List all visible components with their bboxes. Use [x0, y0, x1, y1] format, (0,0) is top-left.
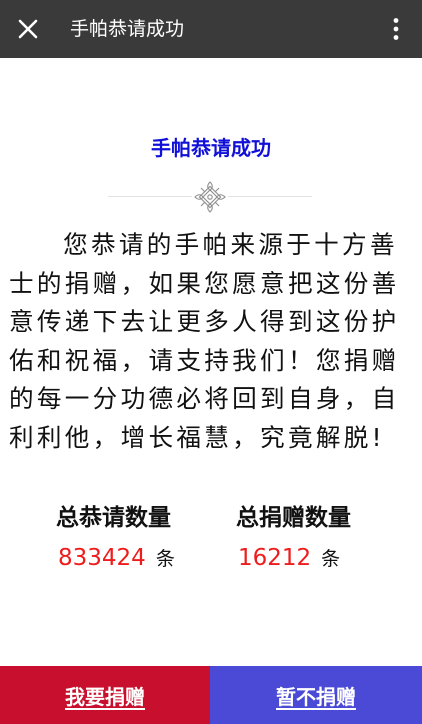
blessing-message: 您恭请的手帕来源于十方善士的捐赠，如果您愿意把这份善意传递下去让更多人得到这份护… [9, 230, 400, 452]
top-bar: 手帕恭请成功 [0, 0, 422, 58]
endless-knot-ornament-icon [194, 181, 226, 213]
stat-label-total-greets: 总恭请数量 [56, 505, 171, 531]
divider-line-right [228, 196, 312, 197]
more-vertical-icon [393, 18, 399, 40]
ornament-divider [108, 180, 312, 214]
stat-label-total-donations: 总捐赠数量 [236, 505, 351, 531]
stat-total-donations: 总捐赠数量 16212 条 [226, 498, 422, 571]
stat-value-total-greets: 833424 [58, 545, 146, 571]
stat-value-total-donations: 16212 [238, 545, 312, 571]
stat-total-greets: 总恭请数量 833424 条 [46, 498, 246, 571]
header-title: 手帕恭请成功 [70, 18, 185, 40]
divider-line-left [108, 196, 192, 197]
stat-unit-total-greets: 条 [155, 548, 175, 570]
close-button[interactable] [12, 13, 44, 45]
stat-unit-total-donations: 条 [321, 548, 341, 570]
stats-section: 总恭请数量 833424 条 总捐赠数量 16212 条 [0, 498, 422, 588]
stat-value-row-total-greets: 833424 条 [46, 544, 246, 571]
page-title: 手帕恭请成功 [151, 136, 271, 160]
stat-value-row-total-donations: 16212 条 [226, 544, 422, 571]
more-menu-button[interactable] [380, 13, 412, 45]
skip-donation-button[interactable]: 暂不捐赠 [210, 666, 422, 724]
close-icon [18, 19, 38, 39]
page: 手帕恭请成功 手帕恭请成功 您恭请的手帕来源于十方善士的捐赠，如果您愿意把这份善… [0, 0, 422, 724]
bottom-action-bar: 我要捐赠 暂不捐赠 [0, 666, 422, 724]
donate-button[interactable]: 我要捐赠 [0, 666, 210, 724]
